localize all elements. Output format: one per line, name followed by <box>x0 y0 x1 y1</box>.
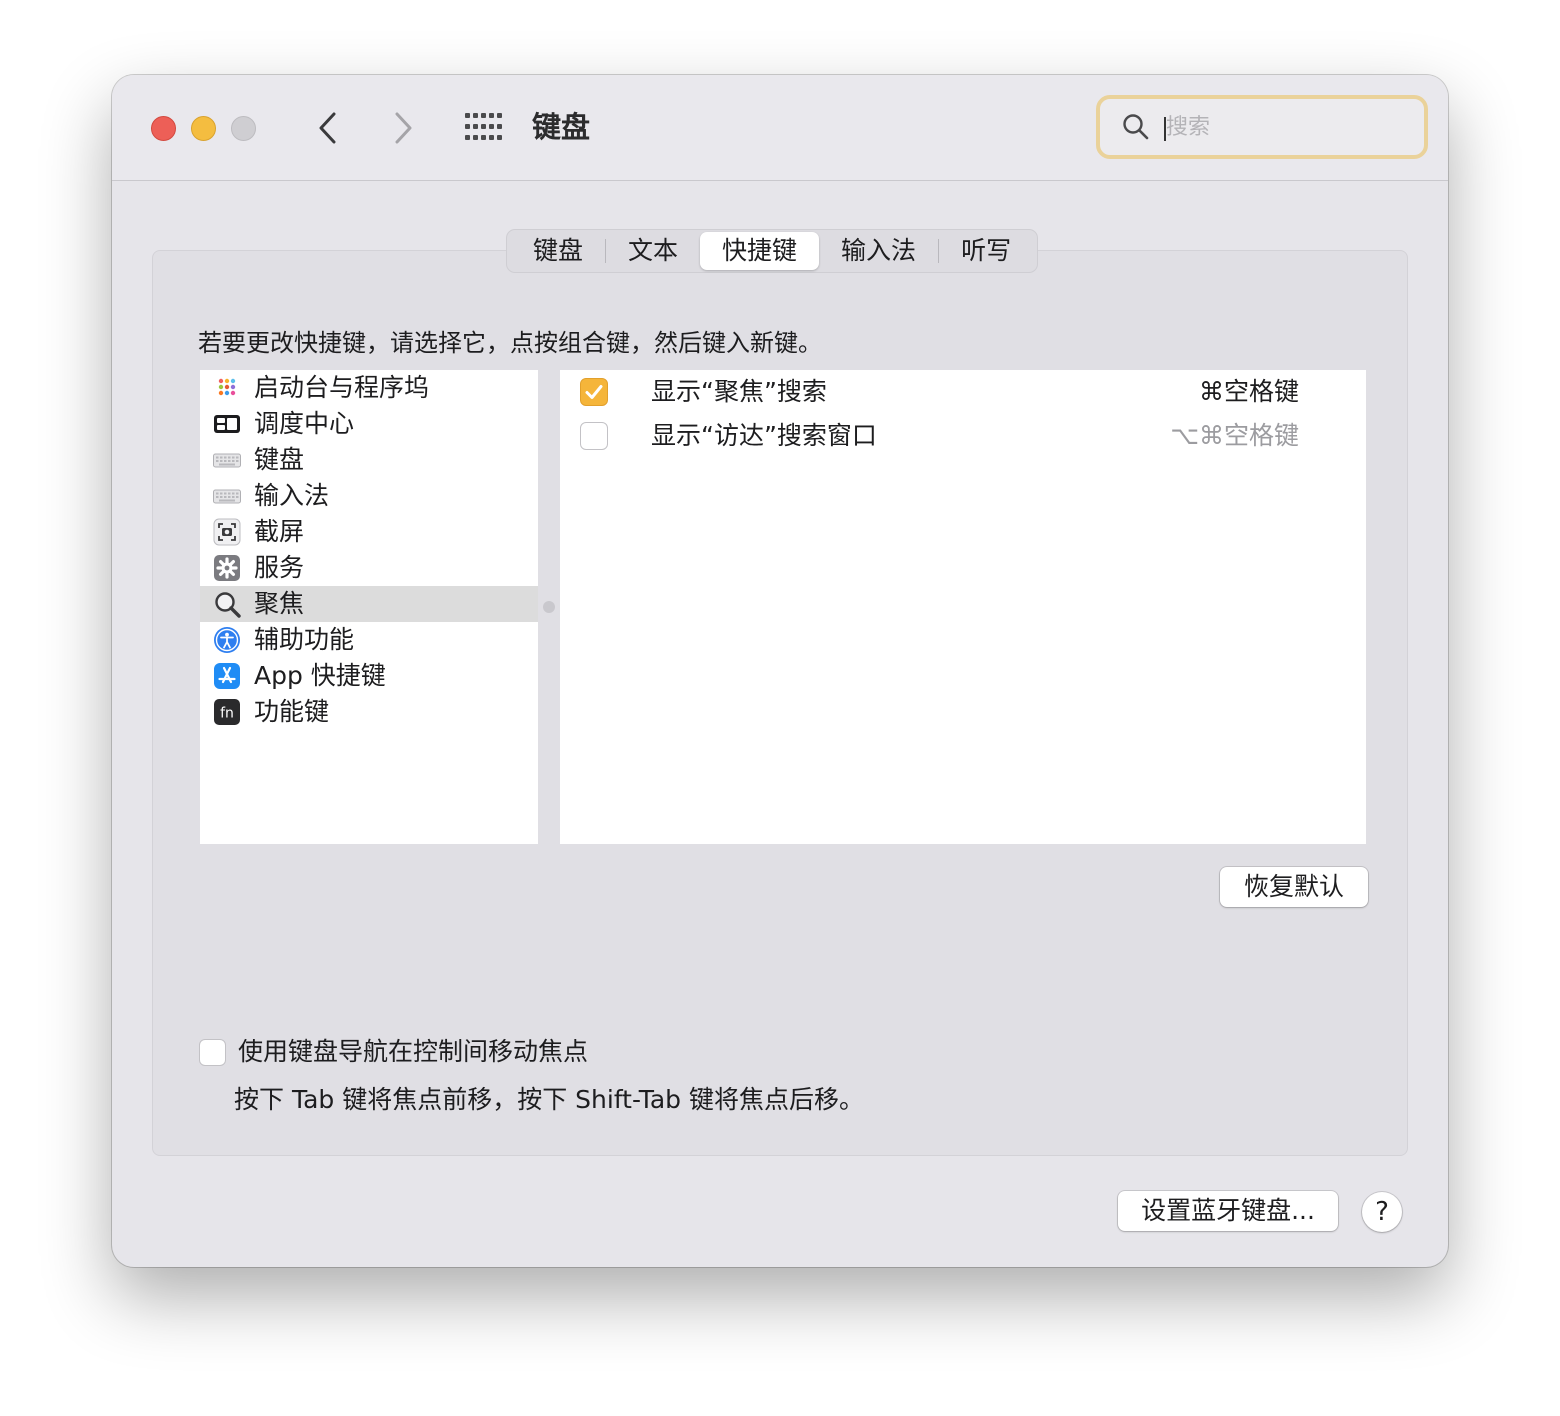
tab-bar: 键盘 文本 快捷键 输入法 听写 <box>506 229 1039 273</box>
shortcut-row-finder-search[interactable]: 显示“访达”搜索窗口 ⌥⌘空格键 <box>560 414 1366 458</box>
shortcut-row-spotlight-search[interactable]: 显示“聚焦”搜索 ⌘空格键 <box>560 370 1366 414</box>
category-label: 启动台与程序坞 <box>254 373 430 402</box>
category-label: 功能键 <box>254 697 330 726</box>
category-input-sources[interactable]: 输入法 <box>200 478 538 514</box>
tab-keyboard[interactable]: 键盘 <box>511 232 605 270</box>
shortcut-enabled-checkbox[interactable] <box>580 422 608 450</box>
accessibility-icon <box>213 626 241 654</box>
system-preferences-window: 键盘 键盘 文本 快捷键 输入法 听写 若要更改快捷键，请选择它，点按组合键，然… <box>112 75 1448 1267</box>
search-icon <box>1123 114 1149 140</box>
shortcut-category-list: 启动台与程序坞 调度中心 键盘 输入法 截屏 服务 聚焦 辅助功能 App 快捷… <box>200 370 538 844</box>
category-label: 输入法 <box>254 481 330 510</box>
zoom-window-button[interactable] <box>231 116 256 141</box>
setup-bluetooth-keyboard-button[interactable]: 设置蓝牙键盘... <box>1118 1191 1338 1231</box>
keyboard-icon <box>213 482 241 510</box>
magnifier-icon <box>213 590 241 618</box>
category-accessibility[interactable]: 辅助功能 <box>200 622 538 658</box>
close-window-button[interactable] <box>151 116 176 141</box>
category-label: 服务 <box>254 553 305 582</box>
category-services[interactable]: 服务 <box>200 550 538 586</box>
launchpad-icon <box>213 374 241 402</box>
shortcut-key[interactable]: ⌥⌘空格键 <box>1170 414 1299 458</box>
category-function-keys[interactable]: fn 功能键 <box>200 694 538 730</box>
category-spotlight[interactable]: 聚焦 <box>200 586 538 622</box>
category-mission-control[interactable]: 调度中心 <box>200 406 538 442</box>
category-label: 截屏 <box>254 517 305 546</box>
window-title: 键盘 <box>532 110 591 144</box>
split-view-handle[interactable] <box>543 601 555 613</box>
grid-icon <box>465 113 502 140</box>
shortcut-list: 显示“聚焦”搜索 ⌘空格键 显示“访达”搜索窗口 ⌥⌘空格键 <box>560 370 1366 844</box>
category-app-shortcuts[interactable]: App 快捷键 <box>200 658 538 694</box>
search-field[interactable] <box>1096 95 1428 159</box>
chevron-right-icon <box>395 112 412 144</box>
back-button[interactable] <box>315 110 341 146</box>
tab-text[interactable]: 文本 <box>606 232 700 270</box>
category-screenshots[interactable]: 截屏 <box>200 514 538 550</box>
shortcut-label: 显示“聚焦”搜索 <box>651 377 827 406</box>
shortcut-key[interactable]: ⌘空格键 <box>1199 370 1299 414</box>
shortcut-label: 显示“访达”搜索窗口 <box>651 421 877 450</box>
category-keyboard[interactable]: 键盘 <box>200 442 538 478</box>
shortcut-enabled-checkbox[interactable] <box>580 378 608 406</box>
instruction-text: 若要更改快捷键，请选择它，点按组合键，然后键入新键。 <box>198 329 822 357</box>
minimize-window-button[interactable] <box>191 116 216 141</box>
screenshot-icon <box>213 518 241 546</box>
forward-button[interactable] <box>390 110 416 146</box>
category-label: 调度中心 <box>254 409 355 438</box>
tab-shortcuts[interactable]: 快捷键 <box>700 232 820 270</box>
search-input[interactable] <box>1166 107 1406 147</box>
svg-text:fn: fn <box>220 706 234 722</box>
tab-dictation[interactable]: 听写 <box>939 232 1033 270</box>
keyboard-navigation-checkbox[interactable] <box>199 1039 226 1066</box>
category-label: 辅助功能 <box>254 625 355 654</box>
category-label: 键盘 <box>254 445 305 474</box>
fn-key-icon: fn <box>213 698 241 726</box>
restore-defaults-button[interactable]: 恢复默认 <box>1220 867 1368 907</box>
keyboard-icon <box>213 446 241 474</box>
category-label: 聚焦 <box>254 589 305 618</box>
keyboard-navigation-label: 使用键盘导航在控制间移动焦点 <box>238 1037 589 1066</box>
tab-input-sources[interactable]: 输入法 <box>819 232 938 270</box>
chevron-left-icon <box>319 112 336 144</box>
mission-control-icon <box>213 410 241 438</box>
keyboard-navigation-hint: 按下 Tab 键将焦点前移，按下 Shift-Tab 键将焦点后移。 <box>234 1085 864 1114</box>
show-all-button[interactable] <box>465 113 503 141</box>
title-bar: 键盘 <box>112 75 1448 181</box>
category-label: App 快捷键 <box>254 661 386 690</box>
help-button[interactable]: ? <box>1362 1192 1402 1232</box>
app-store-icon <box>213 662 241 690</box>
gear-icon <box>213 554 241 582</box>
category-launchpad-dock[interactable]: 启动台与程序坞 <box>200 370 538 406</box>
checkmark-icon <box>585 385 603 399</box>
